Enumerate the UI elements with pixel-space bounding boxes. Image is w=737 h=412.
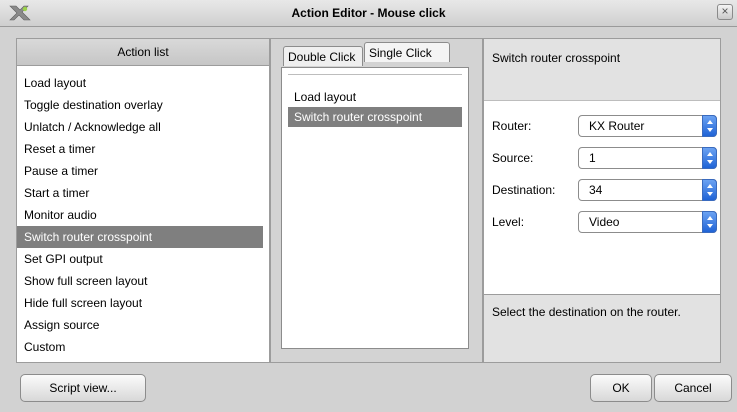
router-row: Router: KX Router: [492, 115, 720, 137]
destination-row: Destination: 34: [492, 179, 720, 201]
destination-label: Destination:: [492, 183, 556, 197]
action-list-item[interactable]: Start a timer: [17, 182, 263, 204]
script-view-button[interactable]: Script view...: [20, 374, 146, 402]
level-label: Level:: [492, 215, 525, 229]
action-list-item[interactable]: Unlatch / Acknowledge all: [17, 116, 263, 138]
action-list-item[interactable]: Pause a timer: [17, 160, 263, 182]
click-action-item[interactable]: Load layout: [288, 87, 462, 107]
ok-button[interactable]: OK: [590, 374, 652, 402]
stepper-arrows-icon[interactable]: [702, 179, 717, 201]
help-text: Select the destination on the router.: [484, 294, 720, 362]
close-icon: ×: [721, 4, 729, 18]
router-label: Router:: [492, 119, 532, 133]
source-label: Source:: [492, 151, 534, 165]
level-row: Level: Video: [492, 211, 720, 233]
action-list-header: Action list: [17, 39, 269, 66]
stepper-arrows-icon[interactable]: [702, 211, 717, 233]
window-title: Action Editor - Mouse click: [291, 6, 446, 20]
destination-value: 34: [589, 183, 603, 197]
tab-single-click[interactable]: Single Click: [364, 42, 450, 62]
action-list-item[interactable]: Monitor audio: [17, 204, 263, 226]
click-action-list: Load layout Switch router crosspoint: [288, 75, 462, 127]
level-select[interactable]: Video: [578, 211, 717, 233]
title-bar: Action Editor - Mouse click ×: [0, 0, 737, 27]
tab-double-click[interactable]: Double Click: [283, 46, 363, 66]
close-button[interactable]: ×: [717, 4, 733, 20]
router-value: KX Router: [589, 119, 645, 133]
action-editor-window: Action Editor - Mouse click × Action lis…: [0, 0, 737, 412]
action-list-item[interactable]: Show full screen layout: [17, 270, 263, 292]
click-action-list-box: Load layout Switch router crosspoint: [281, 67, 469, 349]
stepper-arrows-icon[interactable]: [702, 115, 717, 137]
stepper-arrows-icon[interactable]: [702, 147, 717, 169]
action-list-item[interactable]: Toggle destination overlay: [17, 94, 263, 116]
properties-panel: Switch router crosspoint Router: KX Rout…: [483, 38, 721, 363]
action-list: Load layout Toggle destination overlay U…: [17, 66, 269, 358]
action-list-item-selected[interactable]: Switch router crosspoint: [17, 226, 263, 248]
action-list-item[interactable]: Custom: [17, 336, 263, 358]
action-list-item[interactable]: Set GPI output: [17, 248, 263, 270]
source-value: 1: [589, 151, 596, 165]
destination-select[interactable]: 34: [578, 179, 717, 201]
source-row: Source: 1: [492, 147, 720, 169]
source-select[interactable]: 1: [578, 147, 717, 169]
click-action-list-inner: Load layout Switch router crosspoint: [288, 74, 462, 342]
click-action-item-selected[interactable]: Switch router crosspoint: [288, 107, 462, 127]
action-list-item[interactable]: Hide full screen layout: [17, 292, 263, 314]
action-list-item[interactable]: Assign source: [17, 314, 263, 336]
click-actions-panel: Double Click Single Click Load layout Sw…: [270, 38, 483, 363]
action-description: Switch router crosspoint: [484, 39, 720, 101]
action-list-panel: Action list Load layout Toggle destinati…: [16, 38, 270, 363]
cancel-button[interactable]: Cancel: [654, 374, 732, 402]
action-list-item[interactable]: Reset a timer: [17, 138, 263, 160]
action-list-item[interactable]: Load layout: [17, 72, 263, 94]
router-select[interactable]: KX Router: [578, 115, 717, 137]
level-value: Video: [589, 215, 620, 229]
